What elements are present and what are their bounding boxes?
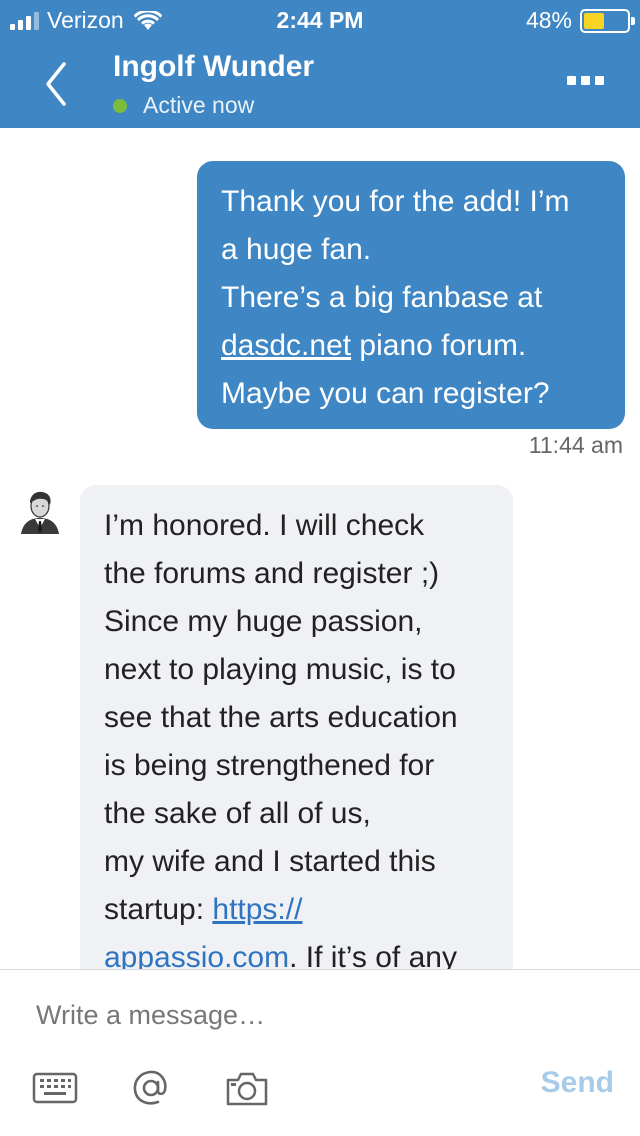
message-timestamp: 11:44 am (528, 432, 623, 458)
message-thread[interactable]: Thank you for the add! I’m a huge fan. T… (0, 128, 640, 970)
at-sign-icon (133, 1070, 167, 1105)
message-line: is being strengthened for (104, 749, 435, 782)
message-line: startup: https:// (104, 886, 489, 934)
message-link[interactable]: dasdc.net (221, 329, 351, 362)
mention-button[interactable] (128, 1068, 174, 1108)
battery-icon (580, 8, 635, 33)
message-line: Maybe you can register? (221, 377, 550, 410)
message-composer: Send (0, 969, 640, 1136)
more-dots-icon (567, 76, 576, 85)
contact-name[interactable]: Ingolf Wunder (113, 50, 314, 84)
message-line: a huge fan. (221, 233, 372, 266)
contact-avatar[interactable] (17, 488, 63, 534)
incoming-message-bubble[interactable]: I’m honored. I will check the forums and… (80, 485, 513, 970)
presence-status: Active now (113, 92, 254, 119)
back-button[interactable] (38, 60, 78, 108)
message-text: piano forum. (351, 329, 527, 362)
message-text: . If it’s of any (289, 941, 457, 970)
message-line: the forums and register ;) (104, 557, 440, 590)
message-line: next to playing music, is to (104, 653, 456, 686)
message-line: my wife and I started this (104, 845, 436, 878)
message-text: startup: (104, 893, 213, 926)
more-options-button[interactable] (567, 76, 604, 85)
message-link[interactable]: appassio.com (104, 941, 289, 970)
message-input[interactable] (22, 990, 618, 1040)
status-bar: Verizon 2:44 PM 48% (0, 0, 640, 40)
online-dot-icon (113, 98, 127, 113)
battery-percentage: 48% (525, 7, 572, 33)
message-line: the sake of all of us, (104, 797, 371, 830)
keyboard-button[interactable] (32, 1068, 78, 1108)
message-line: There’s a big fanbase at (221, 281, 543, 314)
message-line: I’m honored. I will check (104, 509, 425, 542)
camera-icon (226, 1072, 268, 1106)
battery-level (584, 12, 605, 29)
message-line: dasdc.net piano forum. (221, 322, 601, 370)
conversation-header: Verizon 2:44 PM 48% Ingolf Wunder Active… (0, 0, 640, 128)
message-line: Since my huge passion, (104, 605, 423, 638)
chevron-left-icon (46, 62, 66, 106)
message-line: see that the arts education (104, 701, 458, 734)
keyboard-icon (32, 1072, 78, 1104)
send-button[interactable]: Send (541, 1066, 614, 1100)
camera-button[interactable] (224, 1068, 270, 1108)
message-link[interactable]: https:// (212, 893, 302, 926)
message-line: appassio.com. If it’s of any (104, 934, 489, 970)
presence-label: Active now (143, 92, 255, 118)
message-line: Thank you for the add! I’m (221, 185, 570, 218)
outgoing-message-bubble[interactable]: Thank you for the add! I’m a huge fan. T… (197, 161, 625, 429)
